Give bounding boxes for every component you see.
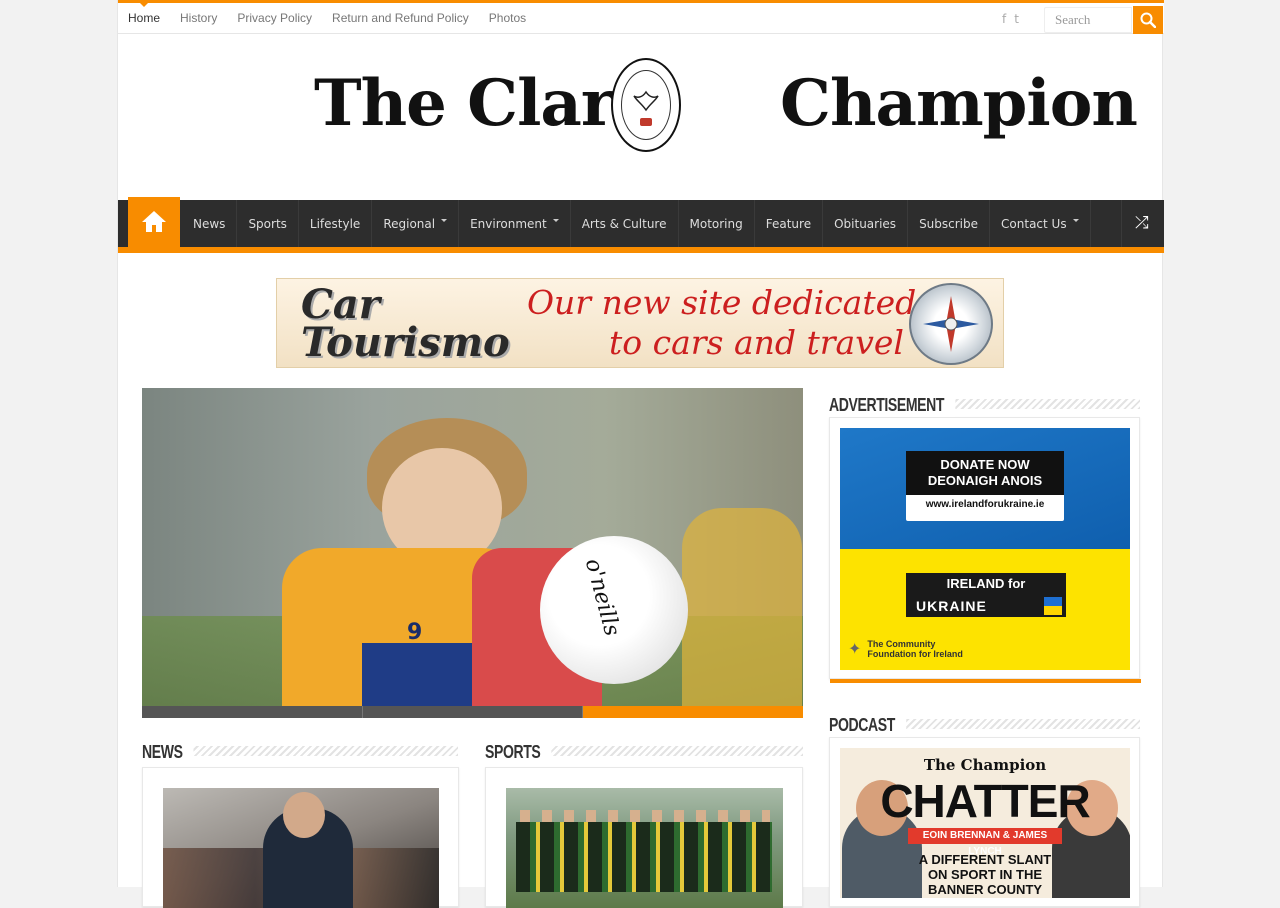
top-nav-privacy-policy[interactable]: Privacy Policy bbox=[227, 3, 322, 34]
news-article-thumbnail[interactable] bbox=[163, 788, 439, 908]
podcast-paper-name: The Champion bbox=[923, 756, 1047, 774]
news-section-box bbox=[142, 767, 459, 908]
slider-dot-3[interactable] bbox=[583, 706, 804, 718]
podcast-show-name: CHATTER bbox=[880, 775, 1090, 827]
slider-dot-1[interactable] bbox=[142, 706, 363, 718]
news-section-heading: News bbox=[142, 740, 458, 764]
nav-item-motoring[interactable]: Motoring bbox=[679, 200, 755, 247]
nav-item-environment[interactable]: Environment bbox=[459, 200, 571, 247]
search-button[interactable] bbox=[1133, 6, 1163, 34]
crest-emblem-icon bbox=[611, 58, 681, 152]
chevron-down-icon bbox=[441, 219, 448, 222]
top-nav-home[interactable]: Home bbox=[118, 2, 170, 34]
foundation-logo-icon: ✦ bbox=[848, 639, 862, 658]
ukraine-flag-icon bbox=[1044, 597, 1062, 615]
ireland-for-text: IRELAND for bbox=[906, 573, 1066, 595]
banner-tagline-1: Our new site dedicated bbox=[527, 283, 917, 322]
banner-ad-car-tourismo[interactable]: Car Tourismo Our new site dedicated to c… bbox=[276, 278, 1004, 368]
top-nav-return-refund-policy[interactable]: Return and Refund Policy bbox=[322, 3, 479, 34]
jersey-number: 9 bbox=[407, 620, 423, 645]
facebook-icon[interactable]: f bbox=[1002, 12, 1006, 26]
chevron-down-icon bbox=[1072, 219, 1079, 222]
random-article-button[interactable]: ⤮ bbox=[1121, 200, 1164, 247]
slider-dot-2[interactable] bbox=[362, 706, 584, 718]
chevron-down-icon bbox=[552, 219, 559, 222]
nav-item-subscribe[interactable]: Subscribe bbox=[908, 200, 991, 247]
advertisement-box: DONATE NOW DEONAIGH ANOIS www.irelandforu… bbox=[829, 417, 1141, 683]
deonaigh-anois-text: DEONAIGH ANOIS bbox=[927, 473, 1043, 488]
podcast-tagline-2: ON SPORT IN THE bbox=[927, 867, 1043, 882]
home-icon bbox=[142, 211, 166, 232]
page-wrapper: Home History Privacy Policy Return and R… bbox=[117, 0, 1164, 908]
top-bar: Home History Privacy Policy Return and R… bbox=[118, 0, 1164, 34]
podcast-tagline-3: BANNER COUNTY bbox=[927, 882, 1043, 897]
advertisement-heading: Advertisement bbox=[829, 393, 1140, 417]
site-logo[interactable]: The Clare Champion bbox=[314, 56, 1138, 156]
podcast-tagline-1: A DIFFERENT SLANT bbox=[918, 852, 1052, 867]
slider-pagination bbox=[142, 706, 804, 718]
logo-word-champion: Champion bbox=[780, 66, 1138, 141]
news-section-title[interactable]: News bbox=[142, 740, 194, 764]
podcast-chatter-ad[interactable]: The Champion CHATTER EOIN BRENNAN & JAME… bbox=[840, 748, 1130, 898]
main-nav-items: News Sports Lifestyle Regional Environme… bbox=[182, 200, 1091, 247]
social-links: f t bbox=[1002, 12, 1019, 26]
donate-url-text: www.irelandforukraine.ie bbox=[925, 499, 1045, 510]
featured-slider[interactable]: 9 o'neills bbox=[142, 388, 804, 718]
sports-section-box bbox=[485, 767, 803, 908]
accent-divider bbox=[830, 679, 1141, 683]
podcast-heading: Podcast bbox=[829, 713, 1140, 737]
twitter-icon[interactable]: t bbox=[1014, 12, 1019, 26]
compass-icon bbox=[909, 283, 993, 365]
ukraine-text: UKRAINE bbox=[916, 598, 987, 614]
search-icon bbox=[1140, 12, 1156, 28]
nav-item-regional[interactable]: Regional bbox=[372, 200, 460, 247]
ukraine-ad-brand[interactable]: IRELAND for UKRAINE ✦ The Community Found… bbox=[840, 549, 1130, 670]
podcast-title: Podcast bbox=[829, 713, 906, 737]
nav-item-news[interactable]: News bbox=[182, 200, 238, 247]
top-nav-history[interactable]: History bbox=[170, 3, 227, 34]
nav-item-contact-us[interactable]: Contact Us bbox=[990, 200, 1091, 247]
banner-brand-line2: Tourismo bbox=[301, 319, 510, 366]
donate-now-text: DONATE NOW bbox=[940, 457, 1030, 472]
main-navigation: News Sports Lifestyle Regional Environme… bbox=[118, 197, 1164, 253]
banner-tagline-2: to cars and travel bbox=[609, 323, 904, 362]
podcast-hosts: EOIN BRENNAN & JAMES LYNCH bbox=[908, 828, 1062, 857]
logo-word-the-clare: The Clare bbox=[314, 66, 654, 141]
nav-item-feature[interactable]: Feature bbox=[755, 200, 824, 247]
nav-item-obituaries[interactable]: Obituaries bbox=[823, 200, 909, 247]
nav-item-sports[interactable]: Sports bbox=[237, 200, 299, 247]
foundation-line-1: The Community bbox=[867, 639, 936, 649]
search-input[interactable] bbox=[1044, 7, 1132, 33]
foundation-line-2: Foundation for Ireland bbox=[867, 649, 963, 659]
advertisement-title: Advertisement bbox=[829, 393, 955, 417]
top-navigation: Home History Privacy Policy Return and R… bbox=[118, 2, 536, 34]
home-button[interactable] bbox=[128, 197, 180, 247]
sports-section-title[interactable]: Sports bbox=[485, 740, 552, 764]
nav-item-arts-culture[interactable]: Arts & Culture bbox=[571, 200, 679, 247]
sports-article-thumbnail[interactable] bbox=[506, 788, 783, 908]
top-nav-photos[interactable]: Photos bbox=[479, 3, 536, 34]
podcast-box: The Champion CHATTER EOIN BRENNAN & JAME… bbox=[829, 737, 1140, 907]
nav-item-lifestyle[interactable]: Lifestyle bbox=[299, 200, 373, 247]
sports-section-heading: Sports bbox=[485, 740, 803, 764]
shuffle-icon: ⤮ bbox=[1135, 213, 1149, 233]
ukraine-ad-donate[interactable]: DONATE NOW DEONAIGH ANOIS www.irelandforu… bbox=[840, 428, 1130, 549]
slide-image-camogie-match[interactable]: 9 o'neills bbox=[142, 388, 803, 706]
